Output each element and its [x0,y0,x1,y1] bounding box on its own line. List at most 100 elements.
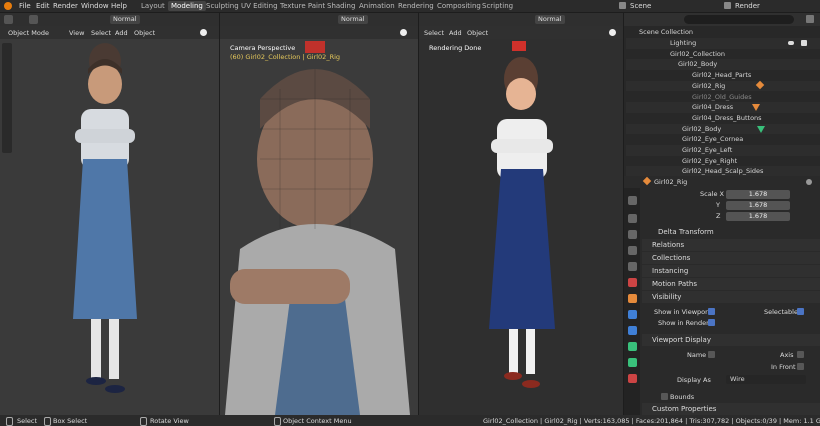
mid-viewport[interactable]: Camera Perspective (60) Girl02_Collectio… [220,39,418,415]
scale-z-field[interactable]: 1.678 [726,212,790,221]
outliner-row[interactable]: Girl02_Eye_Cornea [626,134,820,145]
shading-solid-icon[interactable] [200,29,207,36]
tab-sculpting[interactable]: Sculpting [203,1,242,11]
tab-texture-paint[interactable]: Texture Paint [277,1,328,11]
mouse-context-icon [274,417,281,426]
status-rotate-view: Rotate View [150,417,189,425]
outliner-search[interactable] [684,15,794,24]
outliner-row[interactable]: Girl04_Dress [626,102,820,113]
name-checkbox[interactable] [708,351,715,358]
scale-x-field[interactable]: 1.678 [726,190,790,199]
axis-checkbox[interactable] [797,351,804,358]
motion-paths-panel[interactable]: Motion Paths [642,278,820,290]
render-layer-selector[interactable]: Render [735,1,760,11]
scale-x-label: Scale X [700,190,725,198]
outliner-row[interactable]: Girl02_Body [626,123,820,135]
view-layer-tab-icon[interactable] [628,246,637,255]
show-in-viewports-checkbox[interactable] [708,308,715,315]
tab-uv-editing[interactable]: UV Editing [238,1,281,11]
outliner-row[interactable]: Girl02_Collection [626,49,820,60]
world-tab-icon[interactable] [628,278,637,287]
collections-panel[interactable]: Collections [642,252,820,264]
tool-tab-icon[interactable] [628,196,637,205]
render-tab-icon[interactable] [628,214,637,223]
mid-viewport-header [220,26,418,39]
mid-shading-icon[interactable] [400,29,407,36]
selectable-checkbox[interactable] [797,308,804,315]
tab-animation[interactable]: Animation [356,1,398,11]
tab-shading[interactable]: Shading [324,1,358,11]
right-menu-object[interactable]: Object [467,29,488,37]
data-tab-icon[interactable] [628,374,637,383]
scale-y-label: Y [716,201,720,209]
eye-icon[interactable] [788,41,794,45]
particles-tab-icon[interactable] [628,326,637,335]
mouse-left-icon [6,417,13,426]
outliner-header [624,13,820,26]
tab-rendering[interactable]: Rendering [395,1,437,11]
selectable-label: Selectable [764,308,798,316]
custom-properties-panel[interactable]: Custom Properties [642,403,820,415]
right-orientation-dropdown[interactable]: Normal [535,15,565,24]
select-tool-icon[interactable] [29,15,38,24]
menu-render[interactable]: Render [53,1,78,11]
tab-compositing[interactable]: Compositing [434,1,484,11]
outliner-row[interactable]: Girl04_Dress_Buttons [626,113,820,124]
object-tab-icon[interactable] [628,294,637,303]
orientation-dropdown[interactable]: Normal [110,15,140,24]
mid-orientation-dropdown[interactable]: Normal [338,15,368,24]
right-menu-add[interactable]: Add [449,29,462,37]
scene-tab-icon[interactable] [628,262,637,271]
show-in-renders-checkbox[interactable] [708,319,715,326]
bounds-label: Bounds [670,393,695,401]
menu-window[interactable]: Window [81,1,109,11]
menu-object[interactable]: Object [134,29,155,37]
tab-modeling[interactable]: Modeling [168,1,206,11]
constraints-tab-icon[interactable] [628,358,637,367]
outliner-row[interactable]: Girl02_Head_Parts [626,70,820,81]
outliner-root[interactable]: Scene Collection [626,27,820,38]
blender-logo-icon[interactable] [4,2,12,10]
outliner-row[interactable]: Girl02_Rig [626,80,820,92]
menu-select[interactable]: Select [91,29,111,37]
object-name-field[interactable]: Girl02_Rig [654,178,687,186]
instancing-panel[interactable]: Instancing [642,265,820,277]
modifier-tab-icon[interactable] [628,310,637,319]
outliner-row[interactable]: Girl02_Eye_Left [626,145,820,156]
object-mode-dropdown[interactable]: Object Mode [8,29,49,37]
filter-icon[interactable] [806,15,814,23]
right-viewport[interactable]: Rendering Done [419,39,623,415]
tab-layout[interactable]: Layout [138,1,168,11]
left-tool-header: Normal [0,13,219,26]
scene-statistics: Girl02_Collection | Girl02_Rig | Verts:1… [483,417,820,425]
outliner-row[interactable]: Girl02_Body [626,59,820,71]
output-tab-icon[interactable] [628,230,637,239]
outliner-row[interactable]: Girl02_Old_Guides [626,92,820,103]
in-front-checkbox[interactable] [797,363,804,370]
menu-add[interactable]: Add [115,29,128,37]
menu-file[interactable]: File [19,1,31,11]
physics-tab-icon[interactable] [628,342,637,351]
relations-panel[interactable]: Relations [642,239,820,251]
scene-icon [619,2,626,9]
right-menu-select[interactable]: Select [424,29,444,37]
outliner-row[interactable]: Girl02_Eye_Right [626,156,820,167]
tab-scripting[interactable]: Scripting [479,1,516,11]
rendered-shading-icon[interactable] [609,29,616,36]
scene-selector[interactable]: Scene [630,1,651,11]
left-viewport[interactable] [0,39,219,415]
menu-help[interactable]: Help [111,1,127,11]
display-as-dropdown[interactable]: Wire [726,375,806,384]
camera-icon[interactable] [801,40,807,46]
menu-view[interactable]: View [69,29,84,37]
viewport-display-panel[interactable]: Viewport Display [642,334,820,346]
show-in-renders-label: Show in Renders [658,319,713,327]
visibility-panel[interactable]: Visibility [642,291,820,303]
scale-y-field[interactable]: 1.678 [726,201,790,210]
status-bar: Select Box Select Rotate View Object Con… [0,415,820,426]
bounds-checkbox[interactable] [661,393,668,400]
delta-transform-panel[interactable]: Delta Transform [642,226,820,238]
menu-edit[interactable]: Edit [36,1,50,11]
editor-type-icon[interactable] [4,15,13,24]
pin-icon[interactable] [806,179,812,185]
